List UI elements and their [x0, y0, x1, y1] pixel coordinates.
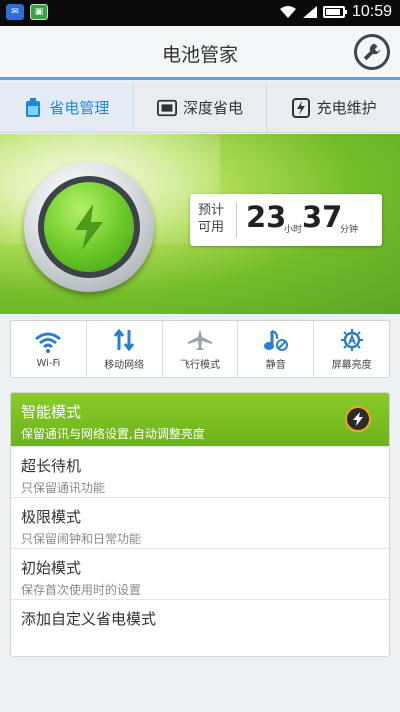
mode-title: 初始模式 — [21, 559, 82, 577]
toggle-wifi[interactable]: Wi-Fi — [11, 321, 87, 377]
mode-desc: 只保留通讯功能 — [21, 481, 106, 495]
mode-smart[interactable]: 智能模式 保留通讯与网络设置,自动调整亮度 — [11, 393, 389, 447]
tab-charge-maintenance[interactable]: 充电维护 — [267, 83, 400, 132]
toggle-label: 屏幕亮度 — [331, 359, 372, 371]
tab-bar: 省电管理 深度省电 充电维护 — [0, 83, 400, 133]
mode-desc: 保存首次使用时的设置 — [21, 583, 142, 597]
settings-button[interactable] — [354, 34, 390, 70]
estimate-label-2: 可用 — [198, 220, 225, 235]
tab-label: 深度省电 — [183, 99, 244, 117]
mode-desc: 只保留闹钟和日常功能 — [21, 532, 142, 546]
remaining-time-card: 预计 可用 23 小时 37 分钟 — [190, 194, 382, 246]
toggle-label: 静音 — [265, 359, 286, 371]
brightness-icon — [340, 328, 363, 351]
quick-toggles: Wi-Fi 移动网络 飞行模式 静音 屏幕亮度 — [10, 320, 390, 378]
status-bar: ✉ ▣ 10:59 — [0, 0, 400, 26]
tab-power-management[interactable]: 省电管理 — [0, 83, 134, 132]
cell-signal-icon — [302, 6, 317, 18]
toggle-airplane[interactable]: 飞行模式 — [163, 321, 239, 377]
add-custom-mode[interactable]: 添加自定义省电模式 — [11, 600, 389, 656]
toggle-label: 飞行模式 — [179, 359, 220, 371]
page-title: 电池管家 — [161, 44, 238, 66]
active-mode-icon — [345, 406, 371, 432]
hours-unit: 小时 — [284, 225, 303, 235]
toggle-mute[interactable]: 静音 — [238, 321, 315, 377]
toggle-mobile-data[interactable]: 移动网络 — [87, 321, 163, 377]
mode-desc: 保留通讯与网络设置,自动调整亮度 — [21, 427, 205, 441]
cpu-icon — [157, 98, 177, 118]
toggle-label: Wi-Fi — [36, 357, 61, 369]
battery-tab-icon — [23, 97, 43, 118]
power-mode-list: 智能模式 保留通讯与网络设置,自动调整亮度 超长待机 只保留通讯功能 极限模式 … — [10, 392, 390, 657]
tab-label: 省电管理 — [49, 99, 110, 117]
airplane-icon — [187, 328, 212, 350]
mode-long-standby[interactable]: 超长待机 只保留通讯功能 — [11, 447, 389, 498]
mode-title: 添加自定义省电模式 — [21, 610, 157, 628]
charge-icon — [291, 97, 311, 118]
battery-orb[interactable] — [24, 162, 154, 292]
mode-initial[interactable]: 初始模式 保存首次使用时的设置 — [11, 549, 389, 600]
battery-status-panel: 预计 可用 23 小时 37 分钟 — [0, 134, 400, 314]
lightning-icon — [75, 204, 103, 250]
wrench-icon — [363, 43, 381, 61]
mode-extreme[interactable]: 极限模式 只保留闹钟和日常功能 — [11, 498, 389, 549]
estimate-label-1: 预计 — [198, 203, 225, 218]
battery-icon — [322, 6, 347, 18]
wifi-signal-icon — [279, 6, 296, 18]
minutes-unit: 分钟 — [340, 225, 359, 235]
mute-icon — [263, 329, 288, 351]
minutes-value: 37 — [302, 200, 343, 234]
lightning-icon — [353, 412, 363, 426]
title-bar: 电池管家 — [0, 26, 400, 80]
status-time: 10:59 — [351, 3, 392, 20]
wifi-icon — [35, 332, 62, 353]
mobile-data-icon — [114, 328, 135, 351]
hours-value: 23 — [246, 200, 287, 234]
tab-deep-saving[interactable]: 深度省电 — [134, 83, 268, 132]
mode-title: 智能模式 — [21, 403, 82, 421]
mode-title: 超长待机 — [21, 457, 82, 475]
notification-image-icon: ▣ — [30, 4, 48, 20]
tab-label: 充电维护 — [316, 99, 377, 117]
toggle-brightness[interactable]: 屏幕亮度 — [314, 321, 389, 377]
mode-title: 极限模式 — [21, 508, 82, 526]
notification-app-icon: ✉ — [6, 4, 24, 20]
toggle-label: 移动网络 — [104, 359, 145, 371]
